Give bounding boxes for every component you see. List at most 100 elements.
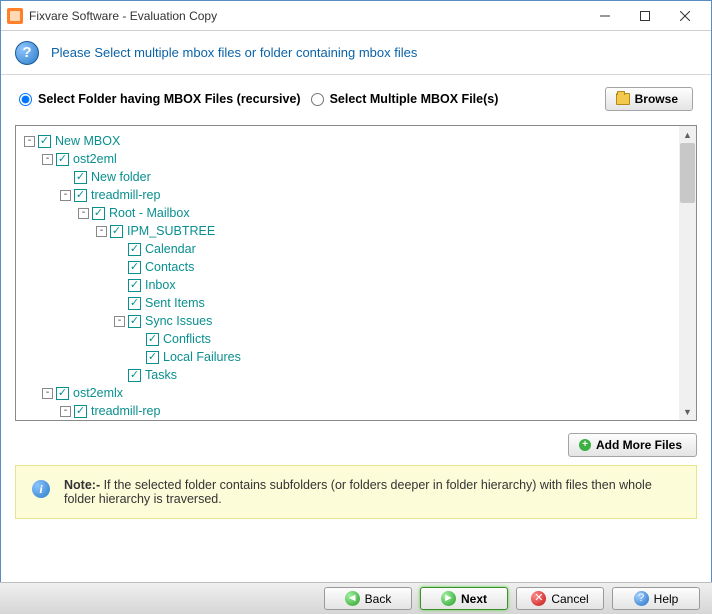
spacer xyxy=(114,262,125,273)
tree-label: Local Failures xyxy=(163,348,241,366)
browse-label: Browse xyxy=(635,92,678,106)
tree-node[interactable]: Tasks xyxy=(20,366,692,384)
add-more-label: Add More Files xyxy=(596,438,682,452)
spacer xyxy=(114,280,125,291)
checkbox-icon[interactable] xyxy=(128,297,141,310)
select-files-radio[interactable]: Select Multiple MBOX File(s) xyxy=(311,92,499,106)
tree-node[interactable]: - New MBOX xyxy=(20,132,692,150)
note-text: Note:- If the selected folder contains s… xyxy=(64,478,680,506)
checkbox-icon[interactable] xyxy=(56,153,69,166)
collapse-icon[interactable]: - xyxy=(60,406,71,417)
checkbox-icon[interactable] xyxy=(128,315,141,328)
minimize-button[interactable] xyxy=(585,2,625,30)
collapse-icon[interactable]: - xyxy=(114,316,125,327)
tree-label: New MBOX xyxy=(55,132,120,150)
plus-icon: + xyxy=(579,439,591,451)
tree-label: Contacts xyxy=(145,258,194,276)
checkbox-icon[interactable] xyxy=(128,369,141,382)
tree-node[interactable]: Local Failures xyxy=(20,348,692,366)
tree-label: Sync Issues xyxy=(145,312,212,330)
tree-scrollbar[interactable]: ▲ ▼ xyxy=(679,126,696,420)
tree-label: Tasks xyxy=(145,366,177,384)
tree-node[interactable]: - Root - Mailbox xyxy=(20,204,692,222)
tree-label: ost2eml xyxy=(73,150,117,168)
folder-tree-panel: -New MBOX -ost2eml New folder -treadmill… xyxy=(15,125,697,421)
cancel-icon: ✕ xyxy=(531,591,546,606)
checkbox-icon[interactable] xyxy=(128,279,141,292)
tree-node[interactable]: - treadmill-rep xyxy=(20,186,692,204)
instruction-header: ? Please Select multiple mbox files or f… xyxy=(1,31,711,75)
tree-node[interactable]: Sent Items xyxy=(20,294,692,312)
checkbox-icon[interactable] xyxy=(74,171,87,184)
browse-button[interactable]: Browse xyxy=(605,87,693,111)
app-logo-icon xyxy=(7,8,23,24)
select-folder-radio[interactable]: Select Folder having MBOX Files (recursi… xyxy=(19,92,301,106)
checkbox-icon[interactable] xyxy=(128,261,141,274)
next-label: Next xyxy=(461,592,487,606)
info-icon: i xyxy=(32,480,50,498)
maximize-button[interactable] xyxy=(625,2,665,30)
checkbox-icon[interactable] xyxy=(74,189,87,202)
scroll-up-icon[interactable]: ▲ xyxy=(679,126,696,143)
note-label: Note:- xyxy=(64,478,100,492)
next-button[interactable]: ► Next xyxy=(420,587,508,610)
collapse-icon[interactable]: - xyxy=(78,208,89,219)
note-panel: i Note:- If the selected folder contains… xyxy=(15,465,697,519)
back-label: Back xyxy=(365,592,392,606)
checkbox-icon[interactable] xyxy=(146,333,159,346)
scroll-down-icon[interactable]: ▼ xyxy=(679,403,696,420)
select-files-radio-input[interactable] xyxy=(311,93,324,106)
spacer xyxy=(132,334,143,345)
checkbox-icon[interactable] xyxy=(74,405,87,418)
checkbox-icon[interactable] xyxy=(92,207,105,220)
collapse-icon[interactable]: - xyxy=(42,388,53,399)
tree-node[interactable]: - ost2eml xyxy=(20,150,692,168)
select-files-label: Select Multiple MBOX File(s) xyxy=(330,92,499,106)
checkbox-icon[interactable] xyxy=(56,387,69,400)
cancel-button[interactable]: ✕ Cancel xyxy=(516,587,604,610)
tree-node[interactable]: - IPM_SUBTREE xyxy=(20,222,692,240)
tree-node[interactable]: Contacts xyxy=(20,258,692,276)
spacer xyxy=(114,298,125,309)
collapse-icon[interactable]: - xyxy=(42,154,53,165)
collapse-icon[interactable]: - xyxy=(60,190,71,201)
help-icon: ? xyxy=(634,591,649,606)
arrow-right-icon: ► xyxy=(441,591,456,606)
tree-node[interactable]: Inbox xyxy=(20,276,692,294)
collapse-icon[interactable]: - xyxy=(96,226,107,237)
help-button[interactable]: ?Help xyxy=(612,587,700,610)
tree-node[interactable]: New folder xyxy=(20,168,692,186)
tree-node[interactable]: - Sync Issues xyxy=(20,312,692,330)
instruction-text: Please Select multiple mbox files or fol… xyxy=(51,45,417,60)
titlebar: Fixvare Software - Evaluation Copy xyxy=(1,1,711,31)
folder-tree[interactable]: -New MBOX -ost2eml New folder -treadmill… xyxy=(16,126,696,426)
tree-node[interactable]: -treadmill-rep xyxy=(20,402,692,420)
tree-node[interactable]: Conflicts xyxy=(20,330,692,348)
tree-label: Root - Mailbox xyxy=(109,204,190,222)
tree-label: IPM_SUBTREE xyxy=(127,222,215,240)
close-button[interactable] xyxy=(665,2,705,30)
tree-label: Inbox xyxy=(145,276,176,294)
cancel-label: Cancel xyxy=(551,592,588,606)
tree-label: Sent Items xyxy=(145,294,205,312)
tree-label: treadmill-rep xyxy=(91,186,160,204)
tree-node[interactable]: - ost2emlx xyxy=(20,384,692,402)
note-body: If the selected folder contains subfolde… xyxy=(64,478,652,506)
tree-label: Conflicts xyxy=(163,330,211,348)
checkbox-icon[interactable] xyxy=(38,135,51,148)
back-button[interactable]: ◄Back xyxy=(324,587,412,610)
checkbox-icon[interactable] xyxy=(128,243,141,256)
wizard-footer: ◄Back ► Next ✕ Cancel ?Help xyxy=(0,582,712,614)
checkbox-icon[interactable] xyxy=(110,225,123,238)
collapse-icon[interactable]: - xyxy=(24,136,35,147)
select-folder-radio-input[interactable] xyxy=(19,93,32,106)
tree-label: ost2emlx xyxy=(73,384,123,402)
tree-node[interactable]: Calendar xyxy=(20,240,692,258)
add-more-files-button[interactable]: + Add More Files xyxy=(568,433,697,457)
tree-label: New folder xyxy=(91,168,151,186)
scroll-thumb[interactable] xyxy=(680,143,695,203)
spacer xyxy=(114,244,125,255)
selection-mode-row: Select Folder having MBOX Files (recursi… xyxy=(1,75,711,115)
checkbox-icon[interactable] xyxy=(146,351,159,364)
window-title: Fixvare Software - Evaluation Copy xyxy=(29,9,585,23)
